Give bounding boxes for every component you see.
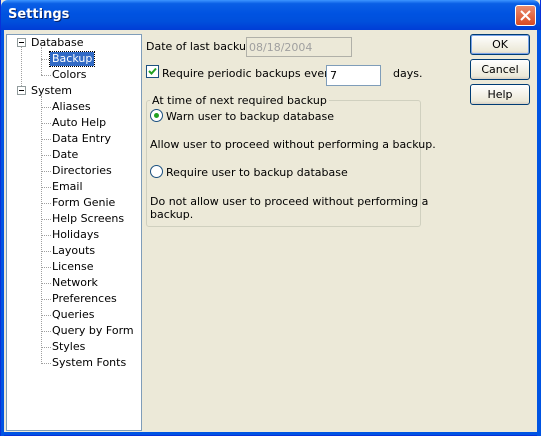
cancel-button[interactable]: Cancel	[470, 59, 530, 80]
tree-node-database[interactable]: Database	[31, 36, 84, 50]
tree-line	[41, 75, 51, 76]
tree-node-system[interactable]: System	[31, 84, 72, 98]
periodic-backup-checkbox[interactable]	[146, 65, 159, 78]
tree-line	[41, 107, 51, 108]
tree-node-directories[interactable]: Directories	[52, 164, 112, 178]
window-title: Settings	[8, 7, 70, 22]
tree-node-holidays[interactable]: Holidays	[52, 228, 99, 242]
require-user-description-line1: Do not allow user to proceed without per…	[150, 195, 429, 208]
tree-line	[41, 219, 51, 220]
tree-node-system-fonts[interactable]: System Fonts	[52, 356, 126, 370]
system-collapse-toggle[interactable]	[17, 86, 26, 95]
warn-user-radio[interactable]	[150, 109, 163, 122]
tree-line	[41, 139, 51, 140]
tree-node-help-screens[interactable]: Help Screens	[52, 212, 124, 226]
tree-node-backup[interactable]: Backup	[48, 51, 96, 67]
tree-line	[41, 155, 51, 156]
tree-node-email[interactable]: Email	[52, 180, 83, 194]
tree-line	[41, 47, 42, 75]
tree-line	[41, 123, 51, 124]
close-icon	[520, 10, 531, 21]
close-button[interactable]	[515, 5, 536, 26]
ok-button[interactable]: OK	[470, 34, 530, 55]
tree-node-layouts[interactable]: Layouts	[52, 244, 95, 258]
tree-line	[41, 171, 51, 172]
settings-tree[interactable]: Database Backup Colors System Aliases Aut…	[6, 34, 142, 431]
tree-line	[41, 96, 42, 362]
require-user-radio[interactable]	[150, 165, 163, 178]
warn-user-label[interactable]: Warn user to backup database	[166, 110, 334, 123]
backup-interval-input[interactable]: 7	[326, 65, 381, 86]
tree-line	[41, 267, 51, 268]
database-collapse-toggle[interactable]	[17, 38, 26, 47]
tree-node-data-entry[interactable]: Data Entry	[52, 132, 111, 146]
require-user-label[interactable]: Require user to backup database	[166, 166, 348, 179]
tree-node-preferences[interactable]: Preferences	[52, 292, 117, 306]
require-user-description-line2: backup.	[150, 208, 194, 221]
window-border-bottom	[1, 432, 541, 435]
title-bar[interactable]: Settings	[1, 0, 540, 30]
tree-node-form-genie[interactable]: Form Genie	[52, 196, 115, 210]
tree-node-network[interactable]: Network	[52, 276, 98, 290]
warn-user-description: Allow user to proceed without performing…	[150, 138, 436, 151]
tree-node-license[interactable]: License	[52, 260, 93, 274]
tree-line	[41, 283, 51, 284]
tree-line	[41, 299, 51, 300]
tree-node-aliases[interactable]: Aliases	[52, 100, 91, 114]
periodic-backup-label[interactable]: Require periodic backups every	[162, 67, 335, 80]
last-backup-label: Date of last backup:	[146, 40, 257, 53]
window-border-right	[537, 30, 541, 436]
tree-line	[41, 331, 51, 332]
tree-node-colors[interactable]: Colors	[52, 68, 86, 82]
window-border-left	[1, 30, 4, 436]
tree-line	[41, 347, 51, 348]
help-button[interactable]: Help	[470, 84, 530, 105]
tree-line	[41, 187, 51, 188]
tree-line	[41, 203, 51, 204]
tree-node-auto-help[interactable]: Auto Help	[52, 116, 106, 130]
days-label: days.	[393, 67, 423, 80]
tree-node-styles[interactable]: Styles	[52, 340, 85, 354]
tree-line	[21, 47, 22, 90]
tree-line	[41, 363, 51, 364]
tree-node-date[interactable]: Date	[52, 148, 78, 162]
next-backup-group-title: At time of next required backup	[150, 94, 329, 107]
tree-line	[41, 251, 51, 252]
settings-window: Settings Database Backup Colors System A…	[0, 0, 541, 436]
checkmark-icon	[148, 67, 157, 75]
last-backup-date-field: 08/18/2004	[246, 37, 352, 57]
tree-line	[41, 315, 51, 316]
tree-node-query-by-form[interactable]: Query by Form	[52, 324, 134, 338]
tree-node-queries[interactable]: Queries	[52, 308, 94, 322]
tree-line	[41, 235, 51, 236]
